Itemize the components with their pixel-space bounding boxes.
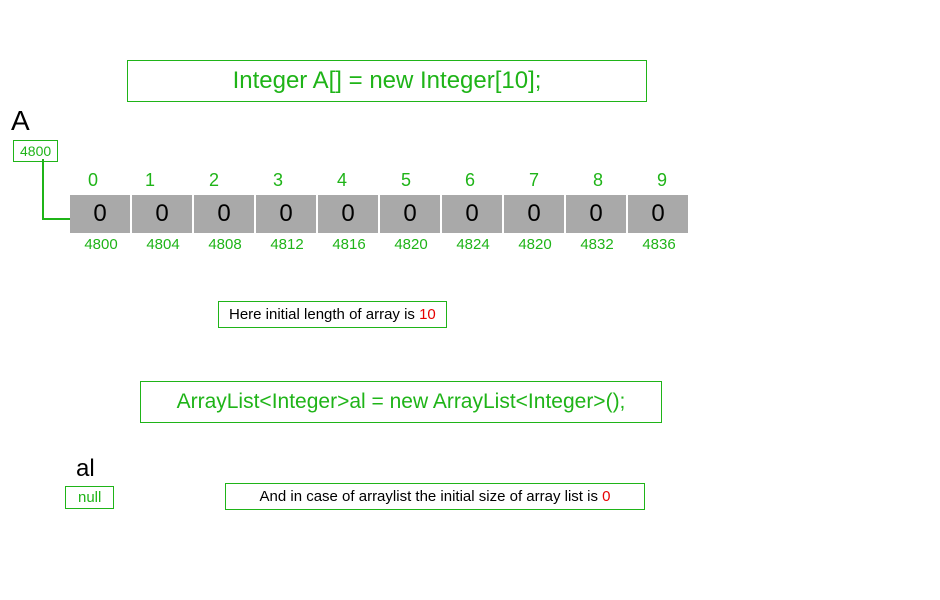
array-address: 4804 [132,236,194,253]
array-index: 1 [118,170,182,191]
array-address: 4820 [504,236,566,253]
array-index: 9 [630,170,694,191]
array-address: 4820 [380,236,442,253]
array-index: 5 [374,170,438,191]
array-cell: 0 [256,195,316,233]
variable-label-a: A [11,105,30,137]
variable-label-al: al [76,455,95,483]
array-address-row: 4800 4804 4808 4812 4816 4820 4824 4820 … [70,236,690,253]
array-address: 4836 [628,236,690,253]
array-address: 4824 [442,236,504,253]
array-cell: 0 [70,195,130,233]
code-declaration-array: Integer A[] = new Integer[10]; [127,60,647,102]
note-arraylist-size: And in case of arraylist the initial siz… [225,483,645,510]
array-address: 4816 [318,236,380,253]
array-index: 0 [70,170,118,191]
note-number: 0 [602,488,610,505]
array-address: 4800 [70,236,132,253]
array-cell: 0 [628,195,688,233]
array-index: 2 [182,170,246,191]
code-declaration-arraylist: ArrayList<Integer>al = new ArrayList<Int… [140,381,662,423]
array-address: 4832 [566,236,628,253]
array-cells-row: 0 0 0 0 0 0 0 0 0 0 [70,195,688,233]
array-cell: 0 [442,195,502,233]
note-array-length: Here initial length of array is 10 [218,301,447,328]
arraylist-value: null [65,486,114,509]
note-number: 10 [419,306,436,323]
array-cell: 0 [566,195,626,233]
array-index: 7 [502,170,566,191]
array-index: 6 [438,170,502,191]
array-cell: 0 [132,195,192,233]
array-cell: 0 [380,195,440,233]
note-text: And in case of arraylist the initial siz… [260,488,603,505]
pointer-connector [42,159,71,220]
array-cell: 0 [504,195,564,233]
note-text: Here initial length of array is [229,306,419,323]
array-index: 4 [310,170,374,191]
array-cell: 0 [318,195,378,233]
array-index: 3 [246,170,310,191]
array-index: 8 [566,170,630,191]
array-index-row: 0 1 2 3 4 5 6 7 8 9 [70,170,694,191]
array-address: 4808 [194,236,256,253]
array-cell: 0 [194,195,254,233]
array-address: 4812 [256,236,318,253]
